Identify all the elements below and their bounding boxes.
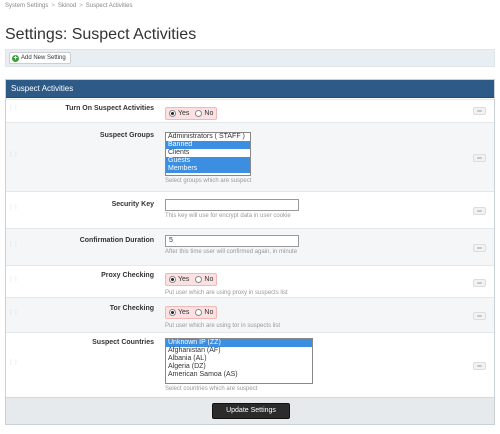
confirmation-field: 5 After this time user will confirmed ag… [165,235,299,255]
proxy-hint: Put user which are using proxy in suspec… [165,290,288,296]
drag-handle-icon[interactable]: ⋮⋮ [8,360,19,368]
yes-label: Yes [178,276,190,283]
breadcrumb-separator: > [51,3,55,9]
setting-label: Security Key [111,201,154,208]
tor-no-option[interactable]: No [195,309,213,316]
drag-handle-icon[interactable]: ⋮⋮ [8,105,19,113]
confirmation-duration-input[interactable]: 5 [165,235,299,247]
setting-label: Suspect Groups [99,132,154,139]
country-option[interactable]: American Samoa (AS) [166,371,312,379]
breadcrumb-separator: > [79,3,83,9]
edit-setting-icon[interactable] [473,154,486,162]
drag-handle-icon[interactable]: ⋮⋮ [8,205,19,213]
radio-icon [195,276,203,283]
drag-handle-icon[interactable]: ⋮⋮ [8,152,19,160]
radio-icon [195,110,203,117]
edit-setting-icon[interactable] [473,362,486,370]
setting-row-groups: ⋮⋮ Suspect Groups Administrators ( STAFF… [6,122,494,191]
security-key-field: This key will use for encrypt data in us… [165,199,299,219]
drag-handle-icon[interactable]: ⋮⋮ [8,242,19,250]
panel-title: Suspect Activities [6,80,494,98]
radio-selected-icon [169,110,176,117]
groups-hint: Select groups which are suspect [165,178,252,184]
no-label: No [204,110,214,117]
setting-label: Turn On Suspect Activities [65,105,154,112]
setting-row-security-key: ⋮⋮ Security Key This key will use for en… [6,191,494,228]
breadcrumb-item-skinod[interactable]: Skinod [58,3,76,9]
edit-setting-icon[interactable] [473,107,486,115]
proxy-no-option[interactable]: No [195,276,213,283]
setting-row-turn-on: ⋮⋮ Turn On Suspect Activities Yes No [6,99,494,122]
country-option[interactable]: Albania (AL) [166,355,312,363]
drag-handle-icon[interactable]: ⋮⋮ [8,310,19,318]
countries-field: Unknown IP (ZZ) Afghanistan (AF) Albania… [165,338,313,392]
setting-row-tor: ⋮⋮ Tor Checking Yes No Put user which ar… [6,297,494,332]
group-option[interactable]: Members [166,165,250,173]
country-option[interactable]: Afghanistan (AF) [166,347,312,355]
no-label: No [204,276,214,283]
country-option[interactable]: Algeria (DZ) [166,363,312,371]
drag-handle-icon[interactable]: ⋮⋮ [8,277,19,285]
radio-selected-icon [169,276,176,283]
security-key-hint: This key will use for encrypt data in us… [165,213,291,219]
breadcrumb: System Settings > Skinod > Suspect Activitie… [5,3,132,9]
suspect-groups-select[interactable]: Administrators ( STAFF ) Banned Clients … [165,132,251,176]
breadcrumb-item-system-settings[interactable]: System Settings [5,3,48,9]
proxy-yes-option[interactable]: Yes [169,276,189,283]
setting-row-countries: ⋮⋮ Suspect Countries Unknown IP (ZZ) Afg… [6,332,494,397]
group-option[interactable]: Guests [166,157,250,165]
tor-hint: Put user which are using tor in suspects… [165,323,281,329]
add-new-setting-button[interactable]: + Add New Setting [9,52,71,64]
country-option[interactable]: Unknown IP (ZZ) [166,339,312,347]
radio-selected-icon [169,309,176,316]
no-label: No [204,309,214,316]
group-option[interactable]: Administrators ( STAFF ) [166,133,250,141]
security-key-input[interactable] [165,199,299,211]
yes-label: Yes [178,309,190,316]
setting-row-confirmation: ⋮⋮ Confirmation Duration 5 After this ti… [6,228,494,265]
countries-hint: Select countries which are suspect [165,386,258,392]
confirmation-hint: After this time user will confirmed agai… [165,249,298,255]
tor-yes-option[interactable]: Yes [169,309,189,316]
suspect-countries-select[interactable]: Unknown IP (ZZ) Afghanistan (AF) Albania… [165,338,313,384]
turn-on-yes-option[interactable]: Yes [169,110,189,117]
plus-icon: + [12,54,19,62]
settings-panel: Suspect Activities ⋮⋮ Turn On Suspect Ac… [5,79,495,425]
proxy-field: Yes No Put user which are using proxy in… [165,270,288,296]
breadcrumb-item-suspect-activities[interactable]: Suspect Activities [86,3,133,9]
page-title: Settings: Suspect Activities [5,26,197,43]
turn-on-toggle: Yes No [165,104,218,122]
setting-label: Tor Checking [109,305,154,312]
edit-setting-icon[interactable] [473,279,486,287]
setting-row-proxy: ⋮⋮ Proxy Checking Yes No Put user which … [6,265,494,297]
add-new-setting-label: Add New Setting [21,55,66,61]
setting-label: Confirmation Duration [79,237,154,244]
group-option[interactable]: Clients [166,149,250,157]
edit-setting-icon[interactable] [473,312,486,320]
panel-footer: Update Settings [6,397,494,424]
yes-label: Yes [178,110,190,117]
turn-on-no-option[interactable]: No [195,110,213,117]
radio-icon [195,309,203,316]
edit-setting-icon[interactable] [473,244,486,252]
toolbar: + Add New Setting [5,49,495,67]
edit-setting-icon[interactable] [473,207,486,215]
setting-label: Proxy Checking [101,272,154,279]
tor-field: Yes No Put user which are using tor in s… [165,303,280,329]
group-option[interactable]: Banned [166,141,250,149]
groups-field: Administrators ( STAFF ) Banned Clients … [165,132,251,184]
setting-label: Suspect Countries [92,339,154,346]
update-settings-button[interactable]: Update Settings [212,403,290,419]
